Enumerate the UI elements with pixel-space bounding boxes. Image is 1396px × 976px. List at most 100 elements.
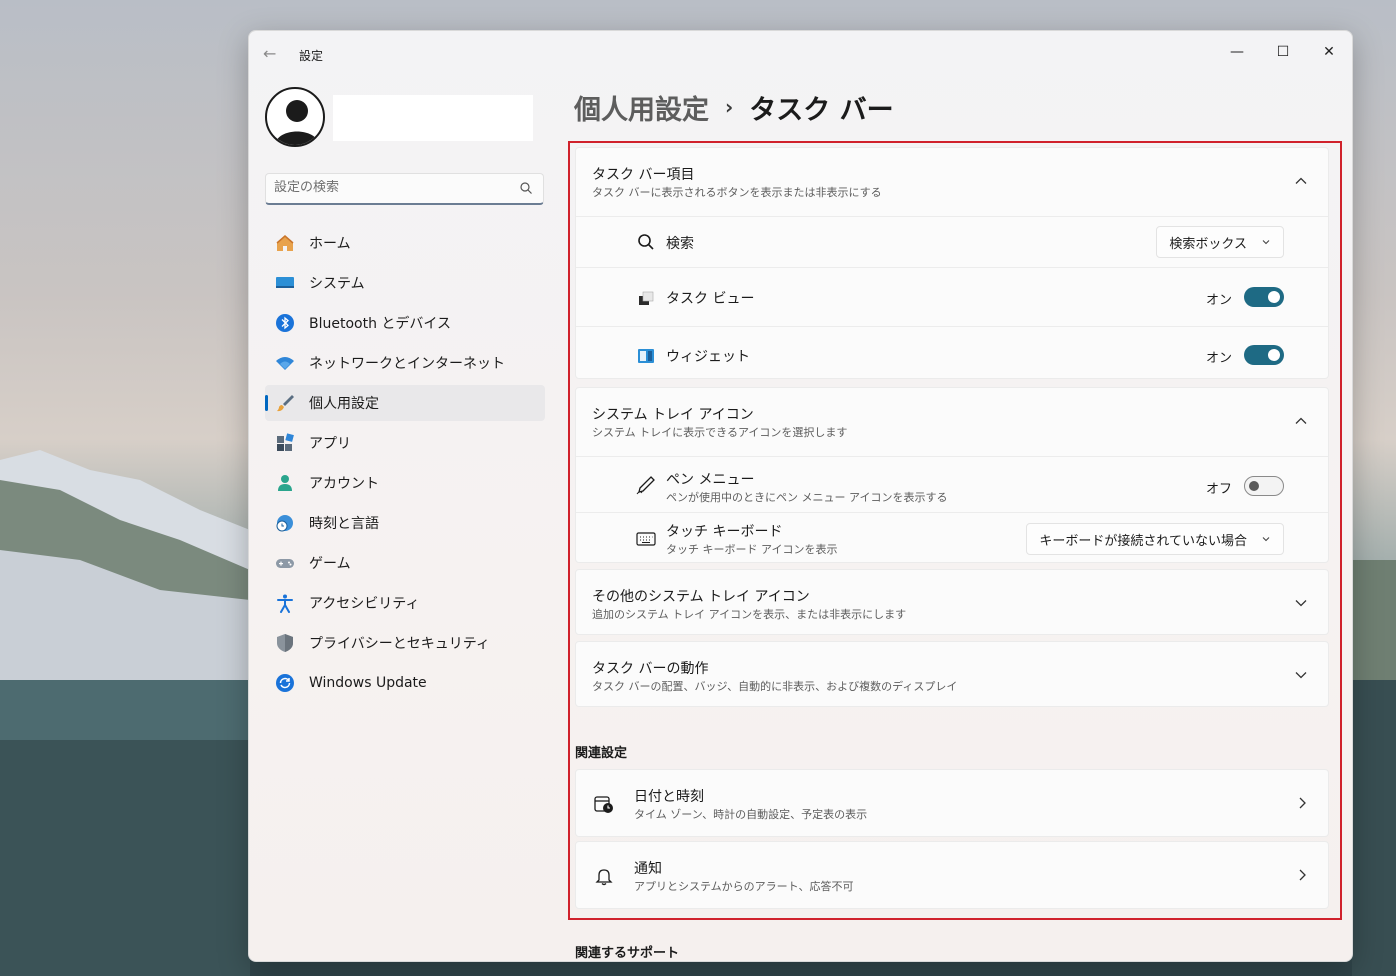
taskbar-items-section: タスク バー項目 タスク バーに表示されるボタンを表示または非表示にする 検索 … <box>575 147 1329 379</box>
sidebar-item-label: システム <box>309 276 365 292</box>
brush-icon <box>275 393 295 413</box>
sidebar-item-label: 時刻と言語 <box>309 516 379 532</box>
related-support-heading: 関連するサポート <box>575 946 680 961</box>
section-description: タスク バーに表示されるボタンを表示または非表示にする <box>592 186 882 199</box>
chevron-right-icon <box>1299 797 1306 809</box>
settings-search-box[interactable] <box>265 173 544 205</box>
task-view-label: タスク ビュー <box>666 291 755 307</box>
breadcrumb-parent[interactable]: 個人用設定 <box>574 88 709 127</box>
touch-keyboard-description: タッチ キーボード アイコンを表示 <box>666 543 838 556</box>
calendar-clock-icon <box>594 796 613 813</box>
link-title: 通知 <box>634 861 662 877</box>
dropdown-value: キーボードが接続されていない場合 <box>1039 533 1247 549</box>
sidebar-item-label: ゲーム <box>309 556 351 572</box>
search-input[interactable] <box>274 180 504 195</box>
sidebar-nav: ホーム システム Bluetooth とデバイス ネットワークとインターネット … <box>265 225 545 705</box>
maximize-button[interactable]: ☐ <box>1260 37 1306 67</box>
search-icon[interactable] <box>519 181 533 195</box>
system-tray-section: システム トレイ アイコン システム トレイに表示できるアイコンを選択します ペ… <box>575 387 1329 563</box>
chevron-down-icon[interactable] <box>1294 668 1308 682</box>
chevron-up-icon[interactable] <box>1294 174 1308 188</box>
update-icon <box>275 673 295 693</box>
task-view-toggle[interactable] <box>1244 287 1284 307</box>
username-placeholder <box>333 95 533 141</box>
desktop-wallpaper-right <box>1352 560 1396 976</box>
toggle-state-label: オン <box>1205 293 1232 308</box>
search-row: 検索 検索ボックス <box>576 216 1328 267</box>
search-icon <box>636 232 656 252</box>
close-button[interactable]: ✕ <box>1306 37 1352 67</box>
section-title: タスク バーの動作 <box>592 661 709 677</box>
notifications-link[interactable]: 通知 アプリとシステムからのアラート、応答不可 <box>575 841 1329 909</box>
sidebar-item-label: アプリ <box>309 436 351 452</box>
sidebar-item-home[interactable]: ホーム <box>265 225 545 261</box>
pen-menu-label: ペン メニュー <box>666 472 755 488</box>
task-view-icon <box>636 288 656 308</box>
page-title: タスク バー <box>749 94 894 126</box>
chevron-down-icon <box>1262 240 1270 245</box>
breadcrumb: 個人用設定 › タスク バー <box>574 87 894 127</box>
section-description: タスク バーの配置、バッジ、自動的に非表示、および複数のディスプレイ <box>592 680 958 693</box>
sidebar-item-label: ホーム <box>309 236 351 252</box>
gamepad-icon <box>275 553 295 573</box>
pen-menu-toggle[interactable] <box>1244 476 1284 496</box>
link-title: 日付と時刻 <box>634 789 704 805</box>
chevron-down-icon[interactable] <box>1294 596 1308 610</box>
system-tray-header[interactable]: システム トレイ アイコン システム トレイに表示できるアイコンを選択します <box>576 388 1328 456</box>
other-tray-icons-section[interactable]: その他のシステム トレイ アイコン 追加のシステム トレイ アイコンを表示、また… <box>575 569 1329 635</box>
minimize-button[interactable]: — <box>1214 37 1260 67</box>
user-silhouette-icon <box>275 100 319 145</box>
link-description: タイム ゾーン、時計の自動設定、予定表の表示 <box>634 808 868 821</box>
sidebar-item-label: アクセシビリティ <box>309 596 420 612</box>
breadcrumb-separator: › <box>725 95 734 119</box>
sidebar-item-windows-update[interactable]: Windows Update <box>265 665 545 701</box>
back-arrow-icon[interactable]: ← <box>263 45 281 63</box>
home-icon <box>275 233 295 253</box>
search-mode-dropdown[interactable]: 検索ボックス <box>1156 226 1284 258</box>
sidebar-item-network[interactable]: ネットワークとインターネット <box>265 345 545 381</box>
dropdown-value: 検索ボックス <box>1169 236 1247 252</box>
shield-icon <box>275 633 295 653</box>
widgets-toggle[interactable] <box>1244 345 1284 365</box>
sidebar-item-label: Bluetooth とデバイス <box>309 316 451 332</box>
widgets-label: ウィジェット <box>666 349 750 365</box>
sidebar-item-bluetooth[interactable]: Bluetooth とデバイス <box>265 305 545 341</box>
sidebar-item-apps[interactable]: アプリ <box>265 425 545 461</box>
related-settings-heading: 関連設定 <box>575 746 628 761</box>
touch-keyboard-row: タッチ キーボード タッチ キーボード アイコンを表示 キーボードが接続されてい… <box>576 512 1328 564</box>
sidebar-item-label: ネットワークとインターネット <box>309 356 505 372</box>
link-description: アプリとシステムからのアラート、応答不可 <box>634 880 854 893</box>
sidebar-item-personalization[interactable]: 個人用設定 <box>265 385 545 421</box>
sidebar-item-privacy-security[interactable]: プライバシーとセキュリティ <box>265 625 545 661</box>
account-icon <box>275 473 295 493</box>
pen-icon <box>636 475 656 495</box>
system-icon <box>275 273 295 293</box>
sidebar-item-time-language[interactable]: 時刻と言語 <box>265 505 545 541</box>
user-avatar[interactable] <box>265 87 325 147</box>
sidebar-item-accounts[interactable]: アカウント <box>265 465 545 501</box>
taskbar-behaviors-section[interactable]: タスク バーの動作 タスク バーの配置、バッジ、自動的に非表示、および複数のディ… <box>575 641 1329 707</box>
app-title: 設定 <box>299 49 324 63</box>
sidebar-item-gaming[interactable]: ゲーム <box>265 545 545 581</box>
chevron-up-icon[interactable] <box>1294 414 1308 428</box>
section-title: その他のシステム トレイ アイコン <box>592 589 810 605</box>
toggle-state-label: オン <box>1205 351 1232 366</box>
section-title: タスク バー項目 <box>592 167 695 183</box>
widgets-icon <box>636 346 656 366</box>
date-time-link[interactable]: 日付と時刻 タイム ゾーン、時計の自動設定、予定表の表示 <box>575 769 1329 837</box>
chevron-down-icon <box>1262 537 1270 542</box>
sidebar-item-system[interactable]: システム <box>265 265 545 301</box>
section-title: システム トレイ アイコン <box>592 407 754 423</box>
desktop-wallpaper-left <box>0 450 250 976</box>
task-view-row: タスク ビュー オン <box>576 267 1328 326</box>
sidebar-item-accessibility[interactable]: アクセシビリティ <box>265 585 545 621</box>
touch-keyboard-dropdown[interactable]: キーボードが接続されていない場合 <box>1026 523 1284 555</box>
section-description: 追加のシステム トレイ アイコンを表示、または非表示にします <box>592 608 907 621</box>
accessibility-icon <box>275 593 295 613</box>
search-label: 検索 <box>666 236 694 252</box>
taskbar-items-header[interactable]: タスク バー項目 タスク バーに表示されるボタンを表示または非表示にする <box>576 148 1328 216</box>
sidebar-item-label: Windows Update <box>309 675 427 691</box>
touch-keyboard-label: タッチ キーボード <box>666 524 783 540</box>
title-bar: ← 設定 — ☐ ✕ <box>249 31 1352 77</box>
globe-clock-icon <box>275 513 295 533</box>
